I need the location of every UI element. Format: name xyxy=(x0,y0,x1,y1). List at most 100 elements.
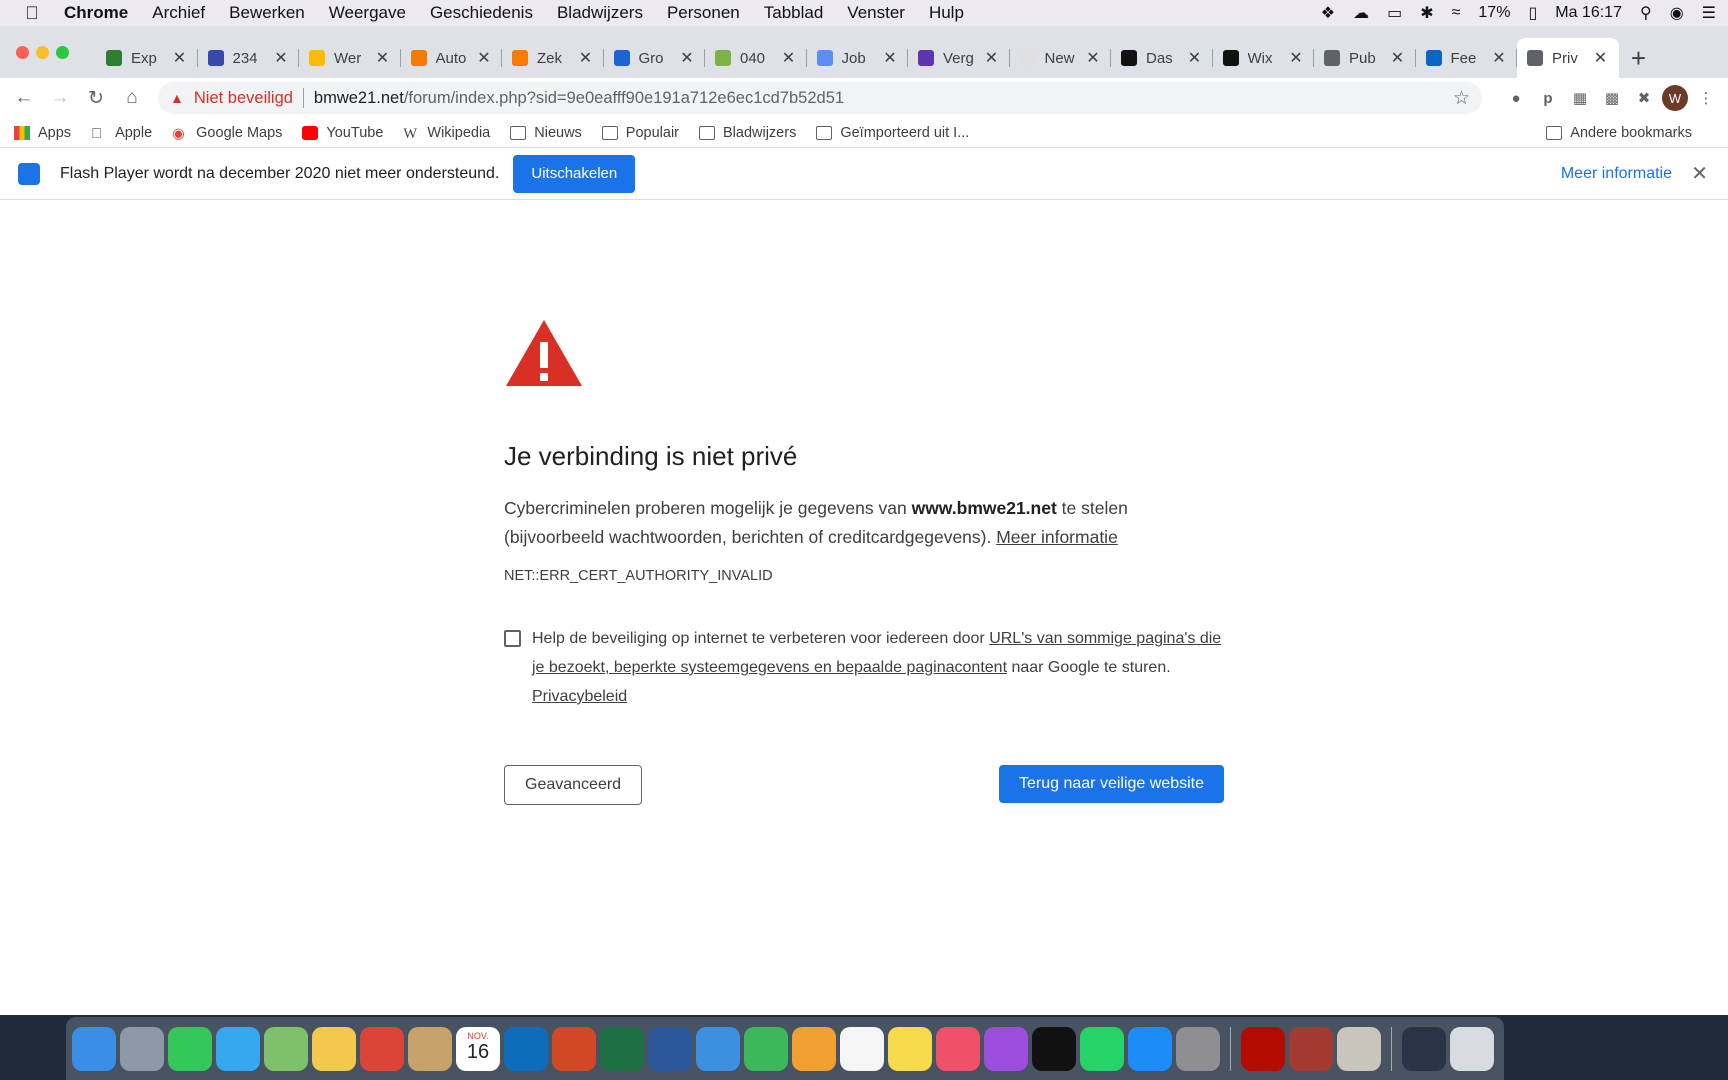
wifi-icon[interactable]: ≈ xyxy=(1452,4,1461,22)
dock-system-preferences-icon[interactable] xyxy=(1176,1026,1220,1071)
zoom-window-button[interactable] xyxy=(56,46,69,59)
back-button[interactable]: ← xyxy=(8,82,40,114)
address-bar[interactable]: ▲ Niet beveiligd bmwe21.net /forum/index… xyxy=(158,82,1482,114)
close-tab-icon[interactable]: ✕ xyxy=(1593,48,1609,68)
bookmark-folder-bladwijzers[interactable]: Bladwijzers xyxy=(699,125,796,141)
close-tab-icon[interactable]: ✕ xyxy=(1390,48,1406,68)
browser-tab[interactable]: Auto ✕ xyxy=(401,38,503,78)
dock-reminders-icon[interactable] xyxy=(840,1026,884,1071)
dock-trash-icon[interactable] xyxy=(1450,1026,1494,1071)
browser-tab[interactable]: Exp ✕ xyxy=(96,38,198,78)
dock-facetime-icon[interactable] xyxy=(168,1026,212,1071)
dock-calendar-icon[interactable]: NOV. 16 xyxy=(456,1026,500,1071)
dock-powerpoint-icon[interactable] xyxy=(552,1026,596,1071)
menu-bewerken[interactable]: Bewerken xyxy=(229,3,305,23)
dock-calculator-icon[interactable] xyxy=(1337,1026,1381,1071)
new-tab-button[interactable]: + xyxy=(1619,38,1659,78)
battery-percent[interactable]: 17% xyxy=(1478,4,1510,22)
browser-tab[interactable]: 234 ✕ xyxy=(198,38,300,78)
browser-tab[interactable]: Zek ✕ xyxy=(502,38,604,78)
privacy-policy-link[interactable]: Privacybeleid xyxy=(532,688,627,705)
notification-center-icon[interactable]: ☰ xyxy=(1702,3,1716,23)
menu-personen[interactable]: Personen xyxy=(667,3,740,23)
dock-pages-icon[interactable] xyxy=(792,1026,836,1071)
apple-menu-icon[interactable]:  xyxy=(0,3,64,24)
clock[interactable]: Ma 16:17 xyxy=(1555,4,1622,22)
profile-avatar[interactable]: W xyxy=(1662,85,1688,111)
dock-dictionary-icon[interactable] xyxy=(1289,1026,1333,1071)
browser-tab[interactable]: Wer ✕ xyxy=(299,38,401,78)
dock-maps-icon[interactable] xyxy=(264,1026,308,1071)
bookmark-other-folder[interactable]: Andere bookmarks xyxy=(1546,118,1692,148)
close-tab-icon[interactable]: ✕ xyxy=(476,48,492,68)
browser-tab[interactable]: New ✕ xyxy=(1010,38,1112,78)
dock-tv-icon[interactable] xyxy=(1032,1026,1076,1071)
close-tab-icon[interactable]: ✕ xyxy=(1491,48,1507,68)
back-to-safety-button[interactable]: Terug naar veilige website xyxy=(999,765,1224,803)
close-tab-icon[interactable]: ✕ xyxy=(1187,48,1203,68)
dock-word-icon[interactable] xyxy=(648,1026,692,1071)
menu-app-chrome[interactable]: Chrome xyxy=(64,3,128,23)
reload-button[interactable]: ↻ xyxy=(80,82,112,114)
close-tab-icon[interactable]: ✕ xyxy=(375,48,391,68)
extension-qr-code-icon[interactable]: ▩ xyxy=(1598,84,1626,112)
dock-numbers-icon[interactable] xyxy=(744,1026,788,1071)
siri-icon[interactable]: ◉ xyxy=(1670,3,1684,23)
dock-app-store-icon[interactable] xyxy=(1128,1026,1172,1071)
close-icon[interactable]: ✕ xyxy=(1691,161,1708,186)
close-tab-icon[interactable]: ✕ xyxy=(172,48,188,68)
dock-messages-icon[interactable] xyxy=(216,1026,260,1071)
bookmark-google-maps[interactable]: ◉ Google Maps xyxy=(172,125,282,142)
dock-keynote-icon[interactable] xyxy=(696,1026,740,1071)
bookmark-folder-nieuws[interactable]: Nieuws xyxy=(510,125,582,141)
advanced-button[interactable]: Geavanceerd xyxy=(504,765,643,805)
menu-archief[interactable]: Archief xyxy=(152,3,205,23)
close-tab-icon[interactable]: ✕ xyxy=(273,48,289,68)
browser-tab[interactable]: 040 ✕ xyxy=(705,38,807,78)
airplay-icon[interactable]: ▭ xyxy=(1387,3,1402,23)
menu-geschiedenis[interactable]: Geschiedenis xyxy=(430,3,533,23)
not-secure-warning-icon[interactable]: ▲ xyxy=(170,90,184,106)
spotlight-icon[interactable]: ⚲ xyxy=(1640,3,1652,23)
menu-venster[interactable]: Venster xyxy=(847,3,905,23)
optin-checkbox[interactable] xyxy=(504,630,521,647)
bluetooth-icon[interactable]: ✱ xyxy=(1420,3,1433,23)
browser-tab[interactable]: Verg ✕ xyxy=(908,38,1010,78)
bookmark-youtube[interactable]: YouTube xyxy=(302,125,383,141)
close-tab-icon[interactable]: ✕ xyxy=(1085,48,1101,68)
battery-icon[interactable]: ▯ xyxy=(1528,3,1537,23)
bookmark-star-icon[interactable]: ☆ xyxy=(1453,87,1470,110)
forward-button[interactable]: → xyxy=(44,82,76,114)
browser-tab[interactable]: Das ✕ xyxy=(1111,38,1213,78)
learn-more-link[interactable]: Meer informatie xyxy=(996,527,1118,547)
infobar-more-info-link[interactable]: Meer informatie xyxy=(1561,165,1672,183)
bookmark-wikipedia[interactable]: W Wikipedia xyxy=(403,125,490,142)
bookmark-folder-geimporteerd[interactable]: Geïmporteerd uit I... xyxy=(816,125,969,141)
close-tab-icon[interactable]: ✕ xyxy=(1288,48,1304,68)
dropbox-icon[interactable]: ❖ xyxy=(1321,3,1335,23)
menu-hulp[interactable]: Hulp xyxy=(929,3,964,23)
extension-circle-icon[interactable]: ● xyxy=(1502,84,1530,112)
dock-document-icon[interactable] xyxy=(1402,1026,1446,1071)
extensions-puzzle-icon[interactable]: ✖ xyxy=(1630,84,1658,112)
menu-bladwijzers[interactable]: Bladwijzers xyxy=(557,3,643,23)
dock-podcasts-icon[interactable] xyxy=(984,1026,1028,1071)
browser-tab[interactable]: Fee ✕ xyxy=(1416,38,1518,78)
menu-tabblad[interactable]: Tabblad xyxy=(764,3,824,23)
bookmark-folder-populair[interactable]: Populair xyxy=(601,125,679,141)
close-window-button[interactable] xyxy=(16,46,29,59)
menu-weergave[interactable]: Weergave xyxy=(329,3,406,23)
browser-tab[interactable]: Gro ✕ xyxy=(604,38,706,78)
dock-whatsapp-icon[interactable] xyxy=(1080,1026,1124,1071)
browser-tab[interactable]: Priv ✕ xyxy=(1517,38,1619,78)
dock-acrobat-icon[interactable] xyxy=(1241,1026,1285,1071)
dock-outlook-icon[interactable] xyxy=(504,1026,548,1071)
dock-photos-icon[interactable] xyxy=(312,1026,356,1071)
security-status-label[interactable]: Niet beveiligd xyxy=(194,89,293,108)
dock-contacts-icon[interactable] xyxy=(408,1026,452,1071)
close-tab-icon[interactable]: ✕ xyxy=(679,48,695,68)
extension-qr-icon[interactable]: ▦ xyxy=(1566,84,1594,112)
dock-music-icon[interactable] xyxy=(936,1026,980,1071)
home-button[interactable]: ⌂ xyxy=(116,82,148,114)
bookmark-apple[interactable]:  Apple xyxy=(91,125,152,142)
